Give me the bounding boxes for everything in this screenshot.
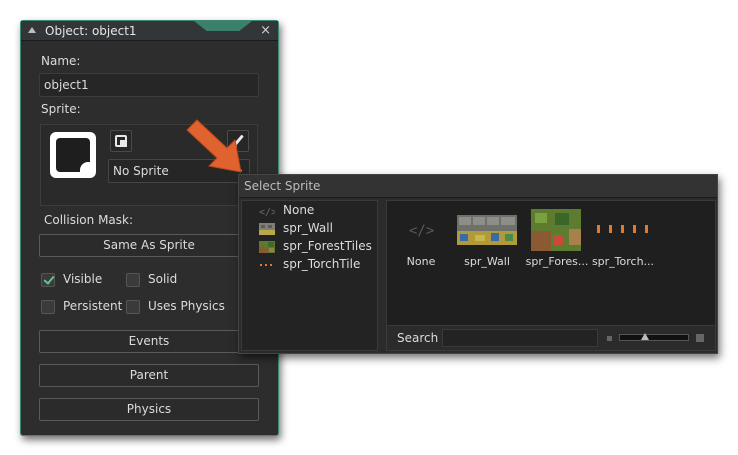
solid-label: Solid <box>148 272 178 286</box>
sprite-label: Sprite: <box>41 102 81 116</box>
tree-item-spr-foresttiles[interactable]: spr_ForestTiles <box>259 239 379 255</box>
code-icon: </> <box>259 207 275 217</box>
gallery-item-none[interactable]: </> None <box>387 209 455 271</box>
torch-thumb-icon <box>597 225 648 233</box>
tree-item-label: spr_TorchTile <box>283 257 361 271</box>
window-title: Object: object1 <box>45 24 137 38</box>
name-label: Name: <box>41 54 81 68</box>
popup-title: Select Sprite <box>244 179 321 193</box>
parent-button[interactable]: Parent <box>39 364 259 387</box>
new-sprite-button[interactable] <box>110 130 132 152</box>
solid-checkbox[interactable] <box>126 273 140 287</box>
forest-thumb-icon <box>531 209 581 251</box>
torch-thumb-icon <box>260 264 272 266</box>
uses-physics-label: Uses Physics <box>148 299 225 313</box>
sprite-preview-icon[interactable] <box>50 132 96 178</box>
name-field[interactable]: object1 <box>39 73 259 97</box>
gallery-item-spr-foresttiles[interactable]: spr_Fores... <box>523 209 591 271</box>
physics-button[interactable]: Physics <box>39 398 259 421</box>
gallery-item-spr-torchtile[interactable]: spr_Torch... <box>589 209 657 271</box>
visible-label: Visible <box>63 272 103 286</box>
tree-item-none[interactable]: </> None <box>259 203 379 219</box>
close-icon[interactable]: × <box>260 23 271 38</box>
gallery-search-bar: Search <box>387 325 715 350</box>
zoom-in-icon[interactable] <box>696 334 704 342</box>
tree-item-label: spr_Wall <box>283 221 333 235</box>
svg-text:</>: </> <box>259 207 275 217</box>
search-label: Search <box>397 331 439 345</box>
tree-item-spr-wall[interactable]: spr_Wall <box>259 221 379 237</box>
collapse-icon[interactable] <box>28 27 36 33</box>
gallery-caption: spr_Wall <box>464 255 510 268</box>
zoom-slider[interactable] <box>619 334 689 341</box>
sprite-gallery: </> None spr_Wall spr_Fores... spr_Torch… <box>386 200 716 351</box>
collision-mask-button[interactable]: Same As Sprite <box>39 234 259 257</box>
search-input[interactable] <box>442 329 598 347</box>
zoom-out-icon[interactable] <box>607 336 612 341</box>
persistent-checkbox[interactable] <box>41 300 55 314</box>
sprite-selector-value: No Sprite <box>113 164 169 178</box>
code-icon: </> <box>409 223 434 239</box>
collision-mask-label: Collision Mask: <box>44 213 134 227</box>
visible-checkbox[interactable] <box>41 273 55 287</box>
select-sprite-popup: Select Sprite </> None spr_Wall spr_Fore… <box>238 174 718 354</box>
callout-arrow-icon <box>186 119 242 173</box>
gallery-caption: spr_Torch... <box>591 255 655 268</box>
events-button[interactable]: Events <box>39 330 259 353</box>
forest-thumb-icon <box>259 241 275 253</box>
gallery-item-spr-wall[interactable]: spr_Wall <box>453 209 521 271</box>
uses-physics-checkbox[interactable] <box>126 300 140 314</box>
tree-item-label: None <box>283 203 315 217</box>
sprite-tree: </> None spr_Wall spr_ForestTiles spr_To… <box>241 200 378 351</box>
titlebar-notch <box>194 21 252 31</box>
object-window-titlebar[interactable]: Object: object1 × <box>21 21 278 41</box>
wall-thumb-icon <box>457 215 517 245</box>
zoom-slider-handle[interactable] <box>641 333 649 340</box>
panel-splitter[interactable] <box>378 200 384 351</box>
svg-text:</>: </> <box>409 223 434 239</box>
persistent-label: Persistent <box>63 299 123 313</box>
tree-item-label: spr_ForestTiles <box>283 239 372 253</box>
wall-thumb-icon <box>259 223 275 235</box>
popup-titlebar: Select Sprite <box>239 175 717 198</box>
tree-item-spr-torchtile[interactable]: spr_TorchTile <box>259 257 379 273</box>
